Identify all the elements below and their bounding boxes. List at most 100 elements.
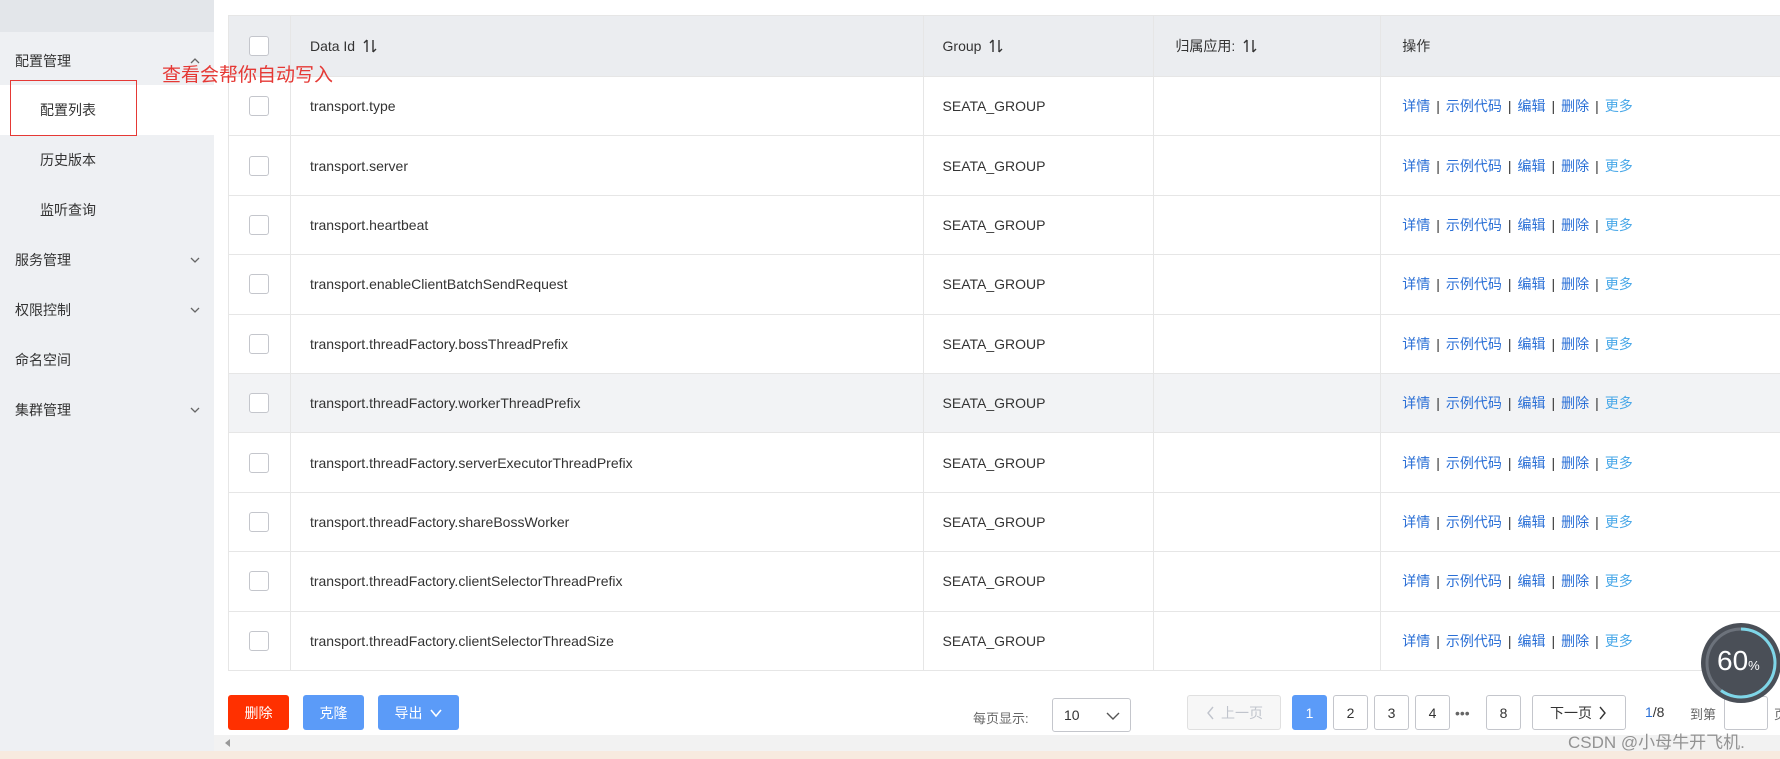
per-page-select[interactable]: 10 (1052, 698, 1131, 732)
page-button-1[interactable]: 1 (1292, 695, 1327, 730)
sort-icon[interactable] (989, 38, 1003, 54)
detail-link[interactable]: 详情 (1402, 215, 1430, 235)
sample-code-link[interactable]: 示例代码 (1446, 571, 1502, 591)
prev-page-button[interactable]: 上一页 (1187, 695, 1281, 730)
delete-link[interactable]: 删除 (1561, 96, 1589, 116)
row-checkbox-cell (229, 195, 291, 255)
detail-link[interactable]: 详情 (1402, 631, 1430, 651)
header-data-id[interactable]: Data Id (291, 16, 924, 76)
more-link[interactable]: 更多 (1605, 453, 1633, 473)
row-checkbox[interactable] (249, 333, 270, 354)
edit-link[interactable]: 编辑 (1518, 215, 1546, 235)
scroll-left-arrow-icon[interactable] (223, 738, 233, 748)
submenu-listener-query[interactable]: 监听查询 (0, 185, 214, 235)
submenu-history-version[interactable]: 历史版本 (0, 135, 214, 185)
row-checkbox[interactable] (249, 571, 270, 592)
sample-code-link[interactable]: 示例代码 (1446, 334, 1502, 354)
header-group[interactable]: Group (924, 16, 1155, 76)
detail-link[interactable]: 详情 (1402, 453, 1430, 473)
row-checkbox[interactable] (249, 393, 270, 414)
page-button-2[interactable]: 2 (1333, 695, 1368, 730)
row-checkbox[interactable] (249, 630, 270, 651)
edit-link[interactable]: 编辑 (1518, 571, 1546, 591)
row-checkbox[interactable] (249, 452, 270, 473)
edit-link[interactable]: 编辑 (1518, 156, 1546, 176)
menu-namespace[interactable]: 命名空间 (0, 335, 214, 385)
detail-link[interactable]: 详情 (1402, 393, 1430, 413)
group-text: SEATA_GROUP (942, 216, 1046, 233)
menu-permission-control[interactable]: 权限控制 (0, 285, 214, 335)
header-app[interactable]: 归属应用: (1154, 16, 1382, 76)
sort-icon[interactable] (1243, 38, 1257, 54)
delete-link[interactable]: 删除 (1561, 215, 1589, 235)
op-separator: | (1551, 513, 1556, 530)
sample-code-link[interactable]: 示例代码 (1446, 631, 1502, 651)
horizontal-scrollbar[interactable] (214, 735, 1780, 751)
chevron-down-icon (429, 708, 442, 717)
edit-link[interactable]: 编辑 (1518, 274, 1546, 294)
delete-link[interactable]: 删除 (1561, 274, 1589, 294)
more-link[interactable]: 更多 (1605, 96, 1633, 116)
more-link[interactable]: 更多 (1605, 571, 1633, 591)
data-id-cell: transport.threadFactory.clientSelectorTh… (291, 552, 924, 611)
detail-link[interactable]: 详情 (1402, 334, 1430, 354)
delete-link[interactable]: 删除 (1561, 156, 1589, 176)
edit-link[interactable]: 编辑 (1518, 453, 1546, 473)
more-link[interactable]: 更多 (1605, 631, 1633, 651)
next-page-button[interactable]: 下一页 (1532, 695, 1626, 730)
export-button[interactable]: 导出 (378, 695, 459, 730)
clone-button[interactable]: 克隆 (303, 695, 364, 730)
more-link[interactable]: 更多 (1605, 215, 1633, 235)
detail-link[interactable]: 详情 (1402, 96, 1430, 116)
row-checkbox[interactable] (249, 511, 270, 532)
data-id-cell: transport.threadFactory.bossThreadPrefix (291, 314, 924, 373)
row-checkbox[interactable] (249, 214, 270, 235)
more-link[interactable]: 更多 (1605, 156, 1633, 176)
select-all-checkbox[interactable] (249, 36, 270, 56)
detail-link[interactable]: 详情 (1402, 274, 1430, 294)
app-cell (1154, 255, 1382, 314)
detail-link[interactable]: 详情 (1402, 571, 1430, 591)
op-separator: | (1551, 632, 1556, 649)
sample-code-link[interactable]: 示例代码 (1446, 453, 1502, 473)
sample-code-link[interactable]: 示例代码 (1446, 274, 1502, 294)
sample-code-link[interactable]: 示例代码 (1446, 96, 1502, 116)
submenu-config-list[interactable]: 配置列表 (0, 85, 214, 135)
chevron-down-icon (190, 257, 200, 263)
page-button-8[interactable]: 8 (1486, 695, 1521, 730)
detail-link[interactable]: 详情 (1402, 156, 1430, 176)
page-suffix-label: 页 (1774, 704, 1780, 723)
delete-link[interactable]: 删除 (1561, 512, 1589, 532)
delete-link[interactable]: 删除 (1561, 334, 1589, 354)
delete-link[interactable]: 删除 (1561, 393, 1589, 413)
row-checkbox[interactable] (249, 96, 270, 117)
detail-link[interactable]: 详情 (1402, 512, 1430, 532)
menu-cluster-management[interactable]: 集群管理 (0, 385, 214, 435)
sort-icon[interactable] (363, 38, 377, 54)
edit-link[interactable]: 编辑 (1518, 631, 1546, 651)
edit-link[interactable]: 编辑 (1518, 334, 1546, 354)
sample-code-link[interactable]: 示例代码 (1446, 215, 1502, 235)
sample-code-link[interactable]: 示例代码 (1446, 393, 1502, 413)
batch-delete-button[interactable]: 删除 (228, 695, 289, 730)
total-pages: /8 (1652, 704, 1665, 720)
delete-link[interactable]: 删除 (1561, 453, 1589, 473)
row-checkbox-cell (229, 611, 291, 670)
delete-link[interactable]: 删除 (1561, 571, 1589, 591)
row-checkbox[interactable] (249, 274, 270, 295)
sample-code-link[interactable]: 示例代码 (1446, 156, 1502, 176)
more-link[interactable]: 更多 (1605, 334, 1633, 354)
menu-service-management[interactable]: 服务管理 (0, 235, 214, 285)
more-link[interactable]: 更多 (1605, 274, 1633, 294)
edit-link[interactable]: 编辑 (1518, 512, 1546, 532)
more-link[interactable]: 更多 (1605, 393, 1633, 413)
edit-link[interactable]: 编辑 (1518, 393, 1546, 413)
row-checkbox[interactable] (249, 155, 270, 176)
sample-code-link[interactable]: 示例代码 (1446, 512, 1502, 532)
delete-link[interactable]: 删除 (1561, 631, 1589, 651)
more-link[interactable]: 更多 (1605, 512, 1633, 532)
page-button-3[interactable]: 3 (1374, 695, 1409, 730)
page-button-4[interactable]: 4 (1415, 695, 1450, 730)
button-label: 导出 (394, 704, 423, 721)
edit-link[interactable]: 编辑 (1518, 96, 1546, 116)
